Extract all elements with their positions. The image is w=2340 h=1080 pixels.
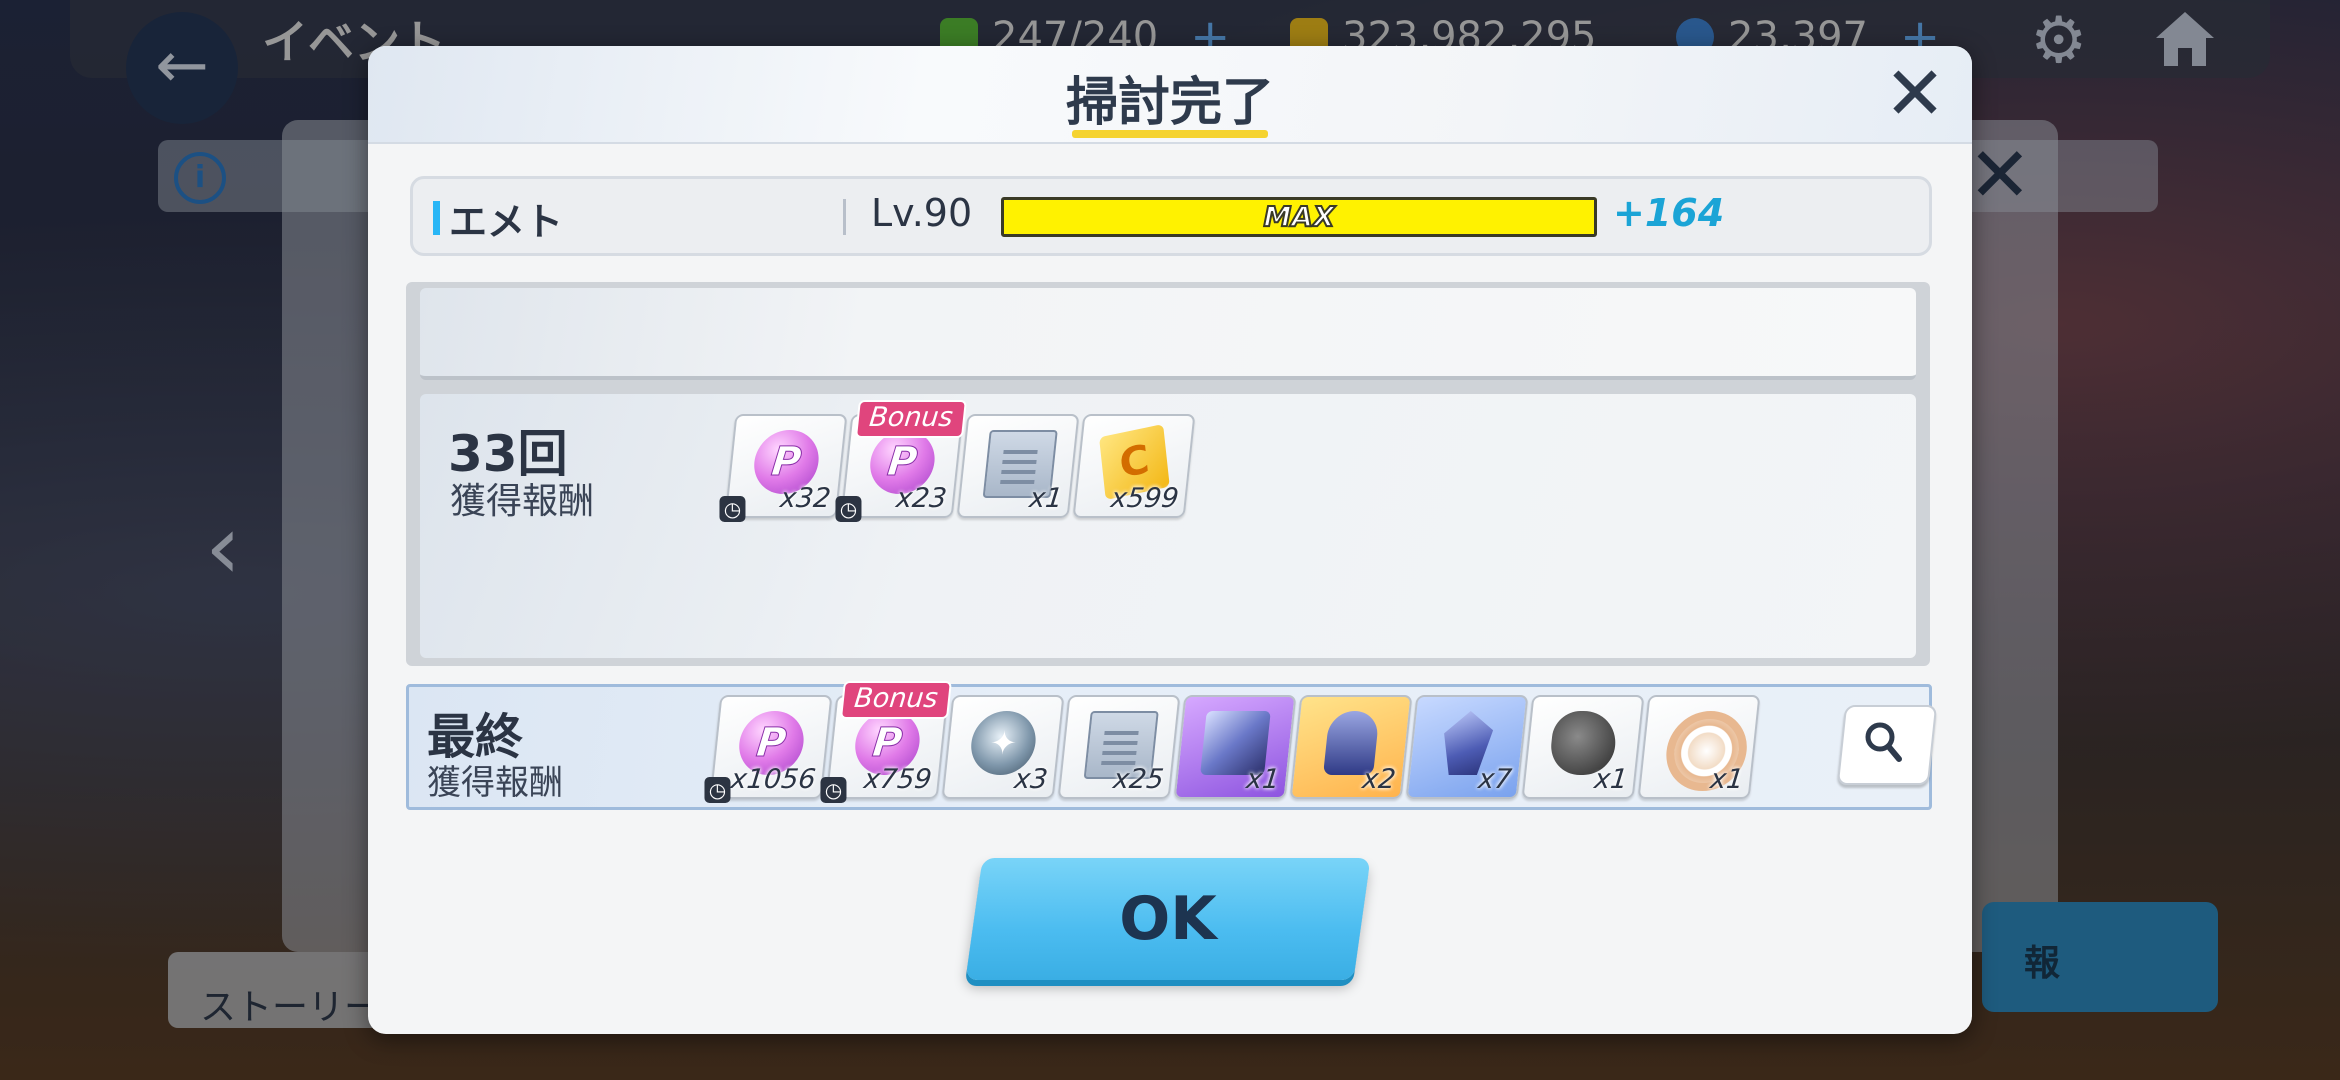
sweep-result-dialog: 掃討完了 ✕ エメト Lv.90 MAX +164 33回 獲得報酬 P x32… xyxy=(368,46,1972,1034)
run-rewards-label: 獲得報酬 xyxy=(450,481,595,522)
reward-qty: x1056 xyxy=(729,764,818,795)
title-underline xyxy=(1072,130,1268,138)
reward-qty: x1 xyxy=(1244,764,1282,795)
reward-item[interactable]: P Bonus x759 ◷ xyxy=(820,681,952,803)
clock-icon: ◷ xyxy=(719,496,746,522)
reward-qty: x1 xyxy=(1592,764,1630,795)
clock-icon: ◷ xyxy=(704,777,731,803)
reward-item[interactable]: x1 xyxy=(1521,695,1645,799)
list-item: 33回 獲得報酬 P x32 ◷ P Bonus x23 ◷ x1 C x599 xyxy=(420,394,1916,658)
reward-qty: x759 xyxy=(862,764,934,795)
list-item xyxy=(420,288,1916,380)
reward-qty: x32 xyxy=(778,483,833,514)
bonus-badge: Bonus xyxy=(854,400,967,438)
dialog-title: 掃討完了 xyxy=(1065,73,1274,133)
final-rewards-label: 獲得報酬 xyxy=(427,763,563,803)
run-rewards-list[interactable]: 33回 獲得報酬 P x32 ◷ P Bonus x23 ◷ x1 C x599 xyxy=(406,282,1930,666)
name-accent xyxy=(433,201,440,235)
reward-item[interactable]: P Bonus x23 ◷ xyxy=(835,400,967,522)
ok-button-label: OK xyxy=(1119,884,1217,954)
character-name: エメト xyxy=(449,200,564,244)
ok-button[interactable]: OK xyxy=(965,858,1371,980)
reward-item[interactable]: x1 xyxy=(1637,695,1761,799)
reward-qty: x3 xyxy=(1012,764,1050,795)
reward-item[interactable]: C x599 xyxy=(1072,414,1196,518)
exp-max-label: MAX xyxy=(1262,199,1335,234)
reward-item[interactable]: ✦ x3 xyxy=(941,695,1065,799)
reward-item[interactable]: x7 xyxy=(1405,695,1529,799)
search-icon xyxy=(1865,722,1902,762)
reward-qty: x25 xyxy=(1111,764,1166,795)
reward-item[interactable]: x1 xyxy=(956,414,1080,518)
reward-qty: x1 xyxy=(1708,764,1746,795)
reward-item[interactable]: P x1056 ◷ xyxy=(704,695,833,803)
exp-gain: +164 xyxy=(1613,191,1725,235)
reward-qty: x7 xyxy=(1476,764,1514,795)
divider xyxy=(843,199,846,235)
details-search-button[interactable] xyxy=(1836,705,1938,785)
reward-item[interactable]: x2 xyxy=(1289,695,1413,799)
reward-item[interactable]: x25 xyxy=(1057,695,1181,799)
clock-icon: ◷ xyxy=(820,777,847,803)
exp-gauge: MAX xyxy=(1001,197,1597,237)
reward-qty: x599 xyxy=(1109,483,1181,514)
reward-qty: x2 xyxy=(1360,764,1398,795)
character-exp-bar: エメト Lv.90 MAX +164 xyxy=(410,176,1932,256)
clock-icon: ◷ xyxy=(835,496,862,522)
bonus-badge: Bonus xyxy=(839,681,952,719)
final-rewards-row: 最終 獲得報酬 P x1056 ◷ P Bonus x759 ◷ ✦ x3 x2… xyxy=(406,681,1938,810)
reward-item[interactable]: x1 xyxy=(1173,695,1297,799)
close-icon[interactable]: ✕ xyxy=(1884,54,1946,134)
reward-qty: x1 xyxy=(1027,483,1065,514)
reward-qty: x23 xyxy=(894,483,949,514)
reward-item[interactable]: P x32 ◷ xyxy=(719,414,848,522)
character-level: Lv.90 xyxy=(871,191,973,235)
